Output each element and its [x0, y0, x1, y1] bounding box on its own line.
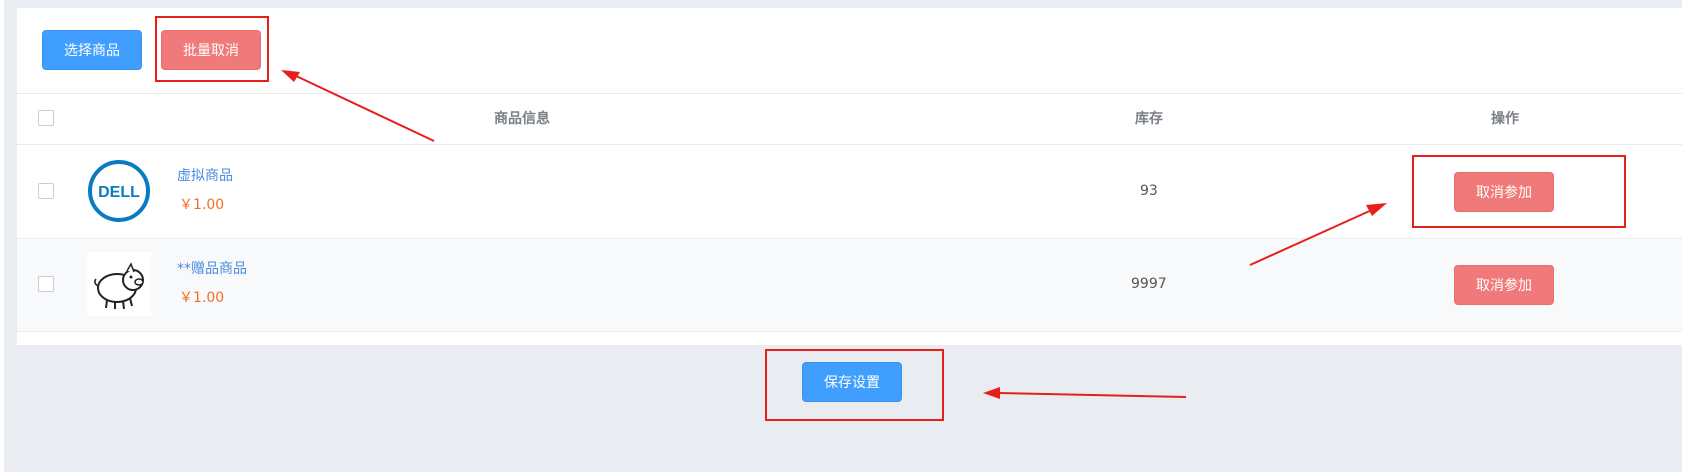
- table-header: 商品信息 库存 操作: [17, 93, 1682, 145]
- cancel-participation-button[interactable]: 取消参加: [1454, 265, 1554, 305]
- table-row: **赠品商品 ￥1.00 9997 取消参加: [17, 239, 1682, 332]
- product-price: ￥1.00: [179, 197, 225, 213]
- header-product-info: 商品信息: [494, 111, 550, 127]
- product-stock: 9997: [1131, 276, 1167, 292]
- row-checkbox[interactable]: [38, 183, 54, 199]
- pig-icon: [87, 252, 151, 316]
- product-stock: 93: [1140, 183, 1158, 199]
- product-name-link[interactable]: 虚拟商品: [177, 165, 233, 185]
- batch-cancel-button[interactable]: 批量取消: [161, 30, 261, 70]
- select-products-button[interactable]: 选择商品: [42, 30, 142, 70]
- header-stock: 库存: [1135, 111, 1163, 127]
- dell-logo: DELL: [87, 159, 151, 223]
- header-action: 操作: [1491, 111, 1519, 127]
- row-checkbox[interactable]: [38, 276, 54, 292]
- save-settings-button[interactable]: 保存设置: [802, 362, 902, 402]
- cancel-participation-button[interactable]: 取消参加: [1454, 172, 1554, 212]
- svg-text:DELL: DELL: [98, 184, 140, 201]
- table-row: DELL 虚拟商品 ￥1.00 93 取消参加: [17, 145, 1682, 239]
- product-name-link[interactable]: **赠品商品: [177, 258, 247, 278]
- select-all-checkbox[interactable]: [38, 110, 54, 126]
- product-price: ￥1.00: [179, 290, 225, 306]
